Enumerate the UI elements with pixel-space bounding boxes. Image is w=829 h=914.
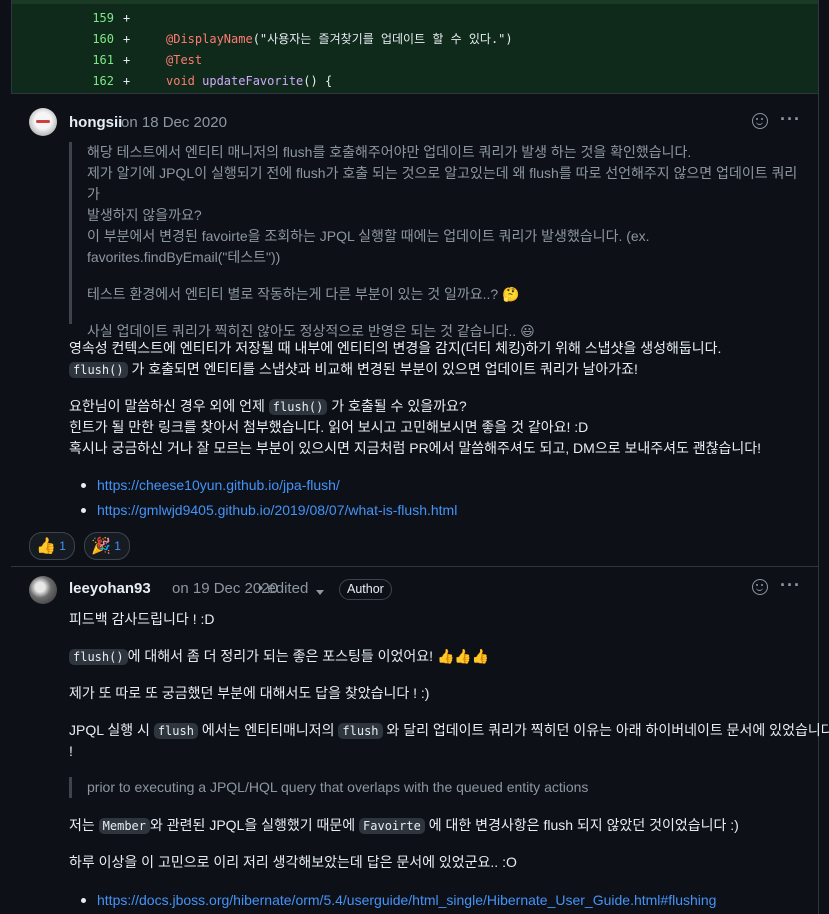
diff-add-sign: + (123, 11, 131, 25)
blockquote: 해당 테스트에서 엔티티 매니저의 flush를 호출해주어야만 업데이트 쿼리… (69, 142, 807, 339)
inline-code: flush() (69, 649, 128, 665)
code-string: ("사용자는 즐겨찾기를 업데이트 할 수 있다.") (252, 32, 513, 46)
code-line: @DisplayName("사용자는 즐겨찾기를 업데이트 할 수 있다.") (166, 29, 513, 50)
comment-paragraph: 요한님이 말씀하신 경우 외에 언제 flush() 가 호출될 수 있을까요? (69, 396, 467, 418)
add-reaction-icon[interactable] (750, 111, 770, 131)
diff-row: 161 + @Test (12, 50, 819, 71)
author-badge: Author (339, 579, 392, 600)
party-popper-icon: 🎉 (91, 537, 111, 555)
diff-hunk-edge (12, 0, 819, 4)
diff-row: 159 + (12, 8, 819, 29)
comment-paragraph: flush() 가 호출되면 엔티티를 스냅샷과 비교해 변경된 부분이 있으면… (69, 359, 638, 381)
reference-link[interactable]: https://cheese10yun.github.io/jpa-flush/ (97, 475, 340, 496)
paragraph-text: 요한님이 말씀하신 경우 외에 언제 (69, 398, 269, 414)
diff-add-sign: + (123, 53, 131, 67)
code-annotation: @DisplayName (166, 32, 253, 46)
reaction-tada[interactable]: 🎉 1 (84, 532, 130, 560)
comment-paragraph: 혹시나 궁금하신 거나 잘 모르는 부분이 있으시면 지금처럼 PR에서 말씀해… (69, 440, 762, 456)
list-bullet (81, 508, 86, 513)
avatar[interactable] (29, 108, 57, 136)
comment-paragraph: 제가 또 따로 또 궁금했던 부분에 대해서도 답을 찾았습니다 ! :) (69, 685, 430, 701)
paragraph-text: 와 달리 업데이트 쿼리가 찍히던 이유는 아래 하이버네이트 문서에 있었습니… (382, 722, 829, 738)
paragraph-text: 와 관련된 JPQL을 실행했기 때문에 (150, 817, 360, 833)
comment-author[interactable]: hongsii (69, 114, 122, 131)
inline-code: flush() (69, 362, 128, 378)
line-number[interactable]: 160 (72, 29, 114, 50)
quote-line: prior to executing a JPQL/HQL query that… (87, 779, 589, 795)
paragraph-text: 가 호출되면 엔티티를 스냅샷과 비교해 변경된 부분이 있으면 업데이트 쿼리… (127, 361, 638, 377)
code-function: updateFavorite (202, 74, 304, 88)
avatar[interactable] (29, 576, 57, 604)
line-number[interactable]: 161 (72, 50, 114, 71)
comment-paragraph: flush() 에 대해서 좀 더 정리가 되는 좋은 포스팅들 이었어요! 👍👍… (69, 646, 489, 668)
code-rest: () { (303, 74, 333, 88)
paragraph-text: 가 호출될 수 있을까요? (327, 398, 467, 414)
inline-code: flush (338, 723, 383, 739)
comment-paragraph: 피드백 감사드립니다 ! :D (69, 611, 215, 627)
paragraph-text: 에서는 엔티티매니저의 (197, 722, 339, 738)
code-keyword: void (166, 74, 203, 88)
quote-line: 테스트 환경에서 엔티티 별로 작동하는게 다른 부분이 있는 것 일까요..?… (87, 286, 520, 302)
line-number[interactable]: 162 (72, 71, 114, 92)
inline-code: flush() (268, 399, 328, 415)
thread-border (818, 0, 819, 914)
comment-paragraph: JPQL 실행 시 flush 에서는 엔티티매니저의 flush 와 달리 업… (69, 720, 829, 742)
comment-paragraph: ! (69, 743, 73, 759)
paragraph-text: 에 대한 변경사항은 flush 되지 않았던 것이었습니다 :) (424, 817, 739, 833)
diff-row: 162 + void updateFavorite() { (12, 71, 819, 92)
comment-author[interactable]: leeyohan93 (69, 580, 151, 597)
code-line: void updateFavorite() { (166, 71, 332, 92)
quote-line: favorites.findByEmail("테스트")) (87, 249, 281, 265)
quote-line: 발생하지 않을까요? (87, 207, 202, 223)
more-options-icon[interactable]: ··· (780, 110, 800, 130)
diff-block: 159 + 160 + @DisplayName("사용자는 즐겨찾기를 업데이… (11, 0, 819, 94)
avatar-mark (36, 120, 50, 123)
comment-date[interactable]: on 18 Dec 2020 (121, 114, 227, 131)
line-number[interactable]: 159 (72, 8, 114, 29)
reaction-thumbs-up[interactable]: 👍 1 (29, 532, 75, 560)
paragraph-text: JPQL 실행 시 (69, 722, 154, 738)
more-options-icon[interactable]: ··· (780, 576, 800, 596)
paragraph-text: 에 대해서 좀 더 정리가 되는 좋은 포스팅들 이었어요! 👍👍👍 (127, 648, 490, 664)
comment-paragraph: 영속성 컨텍스트에 엔티티가 저장될 때 내부에 엔티티의 변경을 감지(더티 … (69, 340, 722, 356)
inline-code: Member (98, 818, 151, 834)
reaction-count: 1 (114, 539, 121, 553)
comment-paragraph: 저는 Member 와 관련된 JPQL을 실행했기 때문에 Favoirte 에… (69, 815, 739, 837)
comment-paragraph: 힌트가 될 만한 링크를 찾아서 첨부했습니다. 읽어 보시고 고민해보시면 좋… (69, 419, 589, 435)
inline-code: flush (153, 723, 198, 739)
reference-link[interactable]: https://docs.jboss.org/hibernate/orm/5.4… (97, 890, 716, 911)
quote-line: 해당 테스트에서 엔티티 매니저의 flush를 호출해주어야만 업데이트 쿼리… (87, 144, 692, 160)
comment-paragraph: 하루 이상을 이 고민으로 이리 저리 생각해보았는데 답은 문서에 있었군요.… (69, 854, 517, 870)
inline-code: Favoirte (359, 818, 425, 834)
add-reaction-icon[interactable] (750, 577, 770, 597)
reaction-count: 1 (59, 539, 66, 553)
reference-link[interactable]: https://gmlwjd9405.github.io/2019/08/07/… (97, 500, 457, 521)
thumbs-up-icon: 👍 (36, 537, 56, 555)
blockquote: prior to executing a JPQL/HQL query that… (69, 777, 787, 798)
quote-line: 제가 알기에 JPQL이 실행되기 전에 flush가 호출 되는 것으로 알고… (87, 165, 798, 202)
diff-row: 160 + @DisplayName("사용자는 즐겨찾기를 업데이트 할 수 … (12, 29, 819, 50)
code-annotation: @Test (166, 53, 203, 67)
list-bullet (81, 898, 86, 903)
quote-line: 이 부분에서 변경된 favoirte을 조회하는 JPQL 실행할 때에는 업… (87, 228, 650, 244)
paragraph-text: 저는 (69, 817, 99, 833)
comment-divider (11, 566, 818, 567)
diff-add-sign: + (123, 74, 131, 88)
edited-indicator[interactable]: • edited (258, 580, 308, 597)
list-bullet (81, 483, 86, 488)
diff-add-sign: + (123, 32, 131, 46)
chevron-down-icon[interactable] (316, 590, 324, 595)
